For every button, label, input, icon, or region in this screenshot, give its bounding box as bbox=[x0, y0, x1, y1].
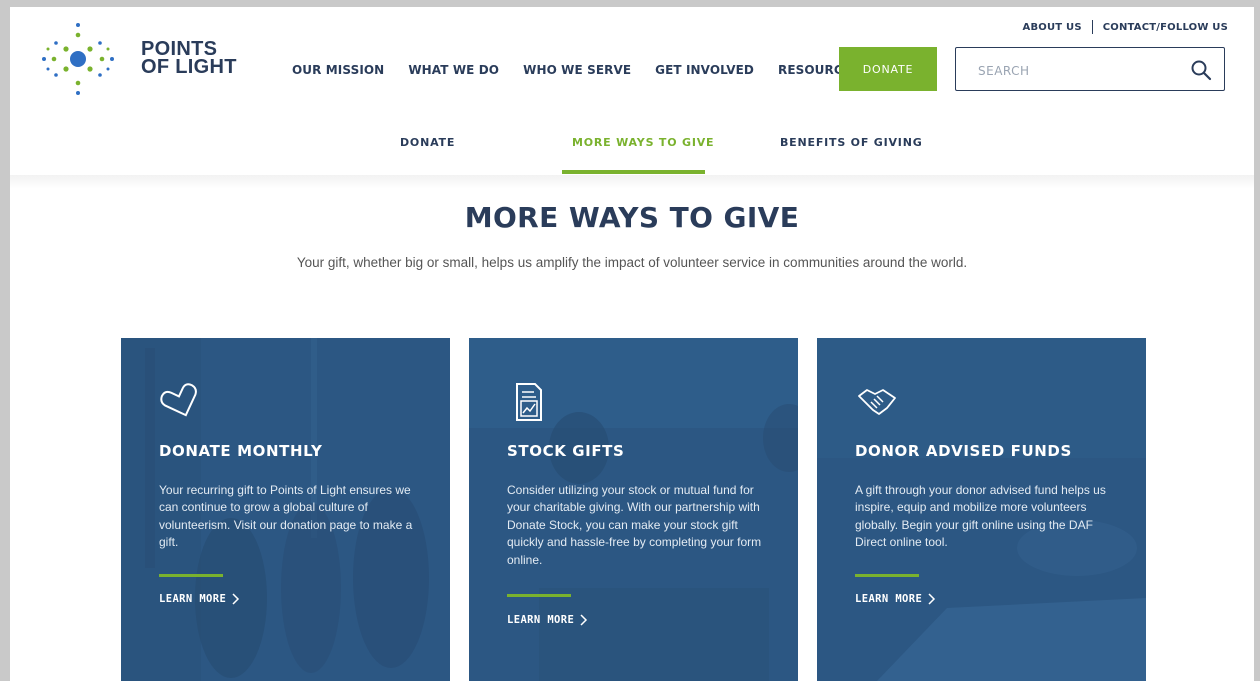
learn-more-label: LEARN MORE bbox=[507, 614, 575, 626]
card-description: A gift through your donor advised fund h… bbox=[855, 483, 1106, 550]
chevron-right-icon bbox=[928, 593, 936, 605]
subnav-benefits-of-giving[interactable]: BENEFITS OF GIVING bbox=[780, 136, 923, 149]
chevron-right-icon bbox=[232, 593, 240, 605]
page-title: MORE WAYS TO GIVE bbox=[464, 201, 800, 234]
page-subtitle: Your gift, whether big or small, helps u… bbox=[296, 255, 968, 270]
card-donate-monthly[interactable]: DONATE MONTHLY Your recurring gift to Po… bbox=[121, 338, 450, 681]
learn-more-link[interactable]: LEARN MORE bbox=[507, 614, 588, 626]
card-accent-rule bbox=[855, 574, 919, 577]
card-description: Your recurring gift to Points of Light e… bbox=[159, 483, 413, 550]
search-box bbox=[955, 47, 1225, 91]
card-stock-gifts[interactable]: STOCK GIFTS Consider utilizing your stoc… bbox=[469, 338, 798, 681]
handshake-icon bbox=[858, 389, 896, 415]
main-content: MORE WAYS TO GIVE Your gift, whether big… bbox=[10, 175, 1254, 681]
active-tab-underline bbox=[562, 170, 705, 174]
card-accent-rule bbox=[159, 574, 223, 577]
learn-more-link[interactable]: LEARN MORE bbox=[855, 593, 936, 605]
donate-button[interactable]: DONATE bbox=[839, 47, 937, 91]
utility-links: ABOUT US CONTACT/FOLLOW US bbox=[1023, 20, 1228, 34]
nav-who-we-serve[interactable]: WHO WE SERVE bbox=[523, 63, 631, 77]
nav-our-mission[interactable]: OUR MISSION bbox=[292, 63, 384, 77]
brand-wordmark[interactable]: POINTS OF LIGHT bbox=[141, 39, 237, 78]
card-accent-rule bbox=[507, 594, 571, 597]
site-header: POINTS OF LIGHT ABOUT US CONTACT/FOLLOW … bbox=[10, 7, 1254, 117]
nav-what-we-do[interactable]: WHAT WE DO bbox=[408, 63, 499, 77]
stock-chart-document-icon bbox=[516, 383, 542, 421]
heart-outline-icon bbox=[160, 383, 197, 417]
subnav-more-ways-to-give[interactable]: MORE WAYS TO GIVE bbox=[572, 136, 714, 149]
sub-nav: DONATE MORE WAYS TO GIVE BENEFITS OF GIV… bbox=[10, 117, 1254, 176]
chevron-right-icon bbox=[580, 614, 588, 626]
subnav-donate[interactable]: DONATE bbox=[400, 136, 455, 149]
brand-line-2: OF LIGHT bbox=[141, 56, 237, 78]
about-us-link[interactable]: ABOUT US bbox=[1023, 22, 1082, 33]
card-title: STOCK GIFTS bbox=[507, 442, 625, 460]
search-input[interactable] bbox=[976, 60, 1180, 82]
contact-follow-link[interactable]: CONTACT/FOLLOW US bbox=[1103, 22, 1228, 33]
learn-more-label: LEARN MORE bbox=[159, 593, 227, 605]
card-title: DONATE MONTHLY bbox=[159, 442, 323, 460]
card-donor-advised-funds[interactable]: DONOR ADVISED FUNDS A gift through your … bbox=[817, 338, 1146, 681]
main-nav: OUR MISSION WHAT WE DO WHO WE SERVE GET … bbox=[292, 63, 884, 77]
learn-more-label: LEARN MORE bbox=[855, 593, 923, 605]
points-of-light-logo[interactable] bbox=[38, 19, 118, 99]
nav-get-involved[interactable]: GET INVOLVED bbox=[655, 63, 754, 77]
page-frame: POINTS OF LIGHT ABOUT US CONTACT/FOLLOW … bbox=[10, 7, 1254, 681]
search-icon[interactable] bbox=[1190, 59, 1212, 81]
card-title: DONOR ADVISED FUNDS bbox=[855, 442, 1072, 460]
card-description: Consider utilizing your stock or mutual … bbox=[507, 483, 762, 567]
utility-divider bbox=[1091, 20, 1093, 34]
learn-more-link[interactable]: LEARN MORE bbox=[159, 593, 240, 605]
